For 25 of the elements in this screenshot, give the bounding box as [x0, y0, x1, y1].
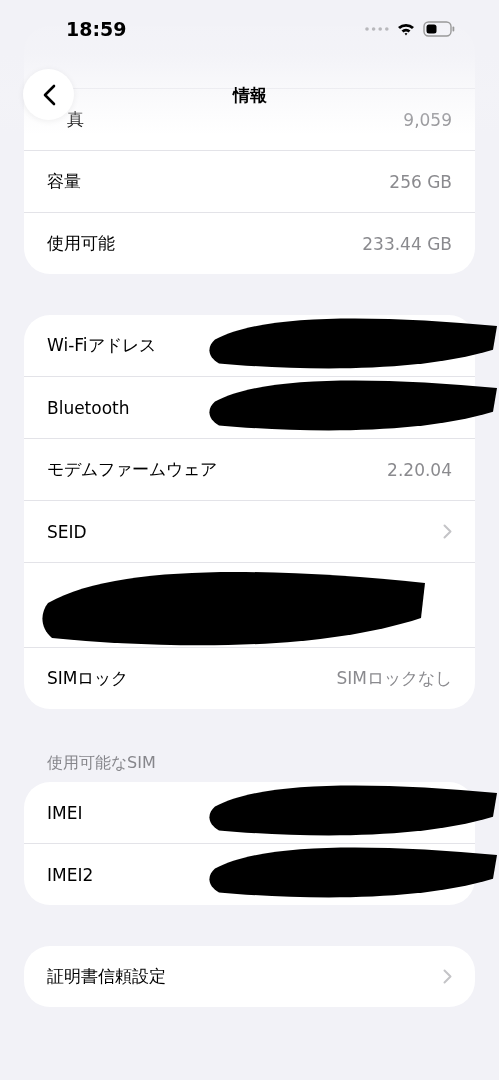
section-header: 使用可能なSIM	[46, 753, 157, 774]
row-value: SIMロックなし	[336, 667, 452, 690]
row-label: SEID	[47, 521, 87, 542]
signal-dots-icon	[365, 27, 389, 31]
chevron-right-icon[interactable]	[443, 524, 452, 539]
row-label: SIMロック	[47, 667, 129, 690]
row-label: モデムファームウェア	[47, 458, 217, 481]
nav-title: 情報	[232, 84, 267, 107]
row-value: 256 GB	[389, 171, 452, 192]
battery-icon	[423, 21, 455, 37]
row-label: Bluetooth	[47, 397, 130, 418]
chevron-right-icon[interactable]	[443, 969, 452, 984]
row-label: 容量	[47, 170, 81, 193]
row-label: Wi-Fiアドレス	[47, 334, 156, 357]
row-label: 証明書信頼設定	[47, 965, 166, 988]
row-label: IMEI2	[47, 864, 94, 885]
row-label: IMEI	[47, 802, 83, 823]
row-value: 9,059	[403, 109, 452, 130]
row-label: 真	[66, 108, 84, 131]
wifi-icon	[397, 22, 415, 36]
row-label: 使用可能	[47, 232, 115, 255]
row-value: 233.44 GB	[362, 233, 452, 254]
row-value: 2.20.04	[387, 459, 452, 480]
chevron-left-icon	[41, 83, 56, 106]
status-time: 18:59	[66, 18, 127, 40]
